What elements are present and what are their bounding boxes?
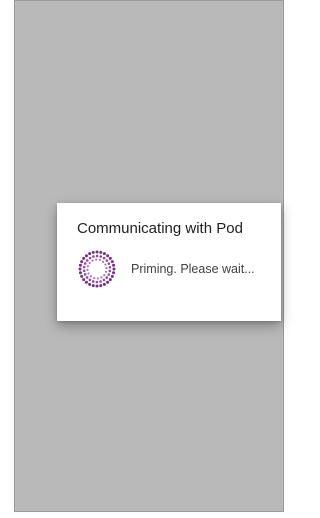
spinner-dot <box>102 282 106 286</box>
spinner-dot <box>86 268 89 271</box>
spinner-dot <box>95 254 99 258</box>
spinner-dot <box>105 259 109 262</box>
spinner-dot <box>107 262 111 265</box>
spinner-dot <box>89 275 93 278</box>
spinner-dot <box>93 276 96 280</box>
spinner-dot <box>102 256 106 260</box>
dotted-circle-spinner-icon <box>78 250 116 288</box>
spinner-dot <box>82 278 86 282</box>
spinner-dot <box>105 267 108 270</box>
spinner-dot <box>80 274 84 278</box>
spinner-dot <box>82 269 86 273</box>
spinner-dot <box>91 280 95 283</box>
spinner-dot <box>108 278 112 282</box>
spinner-dot <box>95 284 99 288</box>
spinner-dot <box>108 269 112 273</box>
spinner-dot <box>91 259 94 262</box>
spinner-dot <box>99 280 102 283</box>
spinner-dot <box>92 255 95 258</box>
spinner-dot <box>84 280 88 284</box>
spinner-dot <box>91 250 95 254</box>
spinner-dot <box>88 278 92 282</box>
spinner-dot <box>110 274 114 278</box>
spinner-dot <box>98 258 101 262</box>
spinner-dot <box>86 265 90 268</box>
spinner-dot <box>100 276 103 279</box>
progress-message: Priming. Please wait... <box>131 262 255 276</box>
spinner-dot <box>104 263 107 266</box>
spinner-dot <box>80 260 84 264</box>
spinner-dot <box>112 267 116 271</box>
spinner-dot <box>95 250 99 254</box>
spinner-dot <box>107 273 111 276</box>
dialog-title: Communicating with Pod <box>77 220 243 237</box>
spinner-dot <box>106 254 110 258</box>
spinner-dot <box>88 252 92 256</box>
spinner-dot <box>87 272 90 275</box>
spinner-dot <box>112 263 116 267</box>
progress-dialog: Communicating with Pod Priming. Please w… <box>57 203 281 321</box>
spinner-dot <box>99 255 103 258</box>
spinner-dot <box>108 265 112 269</box>
spinner-dot <box>101 260 105 263</box>
spinner-dot <box>91 284 95 288</box>
spinner-dot <box>85 276 89 279</box>
spinner-dot <box>95 280 99 284</box>
spinner-dot <box>82 265 86 269</box>
spinner-dot <box>104 270 108 273</box>
spinner-dot <box>110 260 114 264</box>
spinner-dot <box>105 276 109 279</box>
spinner-dot <box>88 282 92 286</box>
spinner-dot <box>78 267 82 271</box>
spinner-dot <box>78 263 82 267</box>
spinner-dot <box>82 256 86 260</box>
spinner-dot <box>85 259 89 262</box>
spinner-dot <box>102 252 106 256</box>
spinner-dot <box>88 261 91 265</box>
spinner-dot <box>78 271 82 275</box>
spinner-dot <box>84 254 88 258</box>
spinner-dot <box>95 258 98 261</box>
spinner-dot <box>88 256 92 260</box>
spinner-dot <box>102 278 106 282</box>
spinner-dot <box>108 256 112 260</box>
spinner-dot <box>112 271 116 275</box>
spinner-dot <box>83 273 87 276</box>
spinner-dot <box>99 250 103 254</box>
spinner-dot <box>103 273 106 277</box>
spinner-dot <box>96 277 99 280</box>
spinner-dot <box>83 262 87 265</box>
spinner-dot <box>106 280 110 284</box>
spinner-dot <box>99 284 103 288</box>
